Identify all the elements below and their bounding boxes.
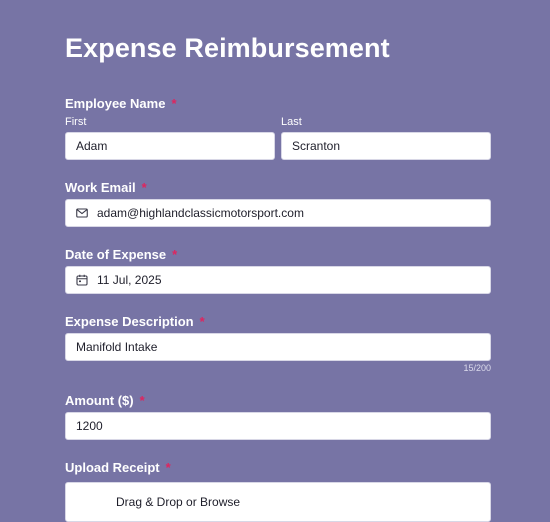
first-name-input[interactable]: Adam	[65, 132, 275, 160]
amount-value: 1200	[76, 419, 103, 433]
last-name-value: Scranton	[292, 139, 341, 153]
employee-name-label: Employee Name *	[65, 96, 177, 111]
required-marker: *	[141, 180, 147, 195]
expense-description-input[interactable]: Manifold Intake	[65, 333, 491, 361]
work-email-input[interactable]: adam@highlandclassicmotorsport.com	[65, 199, 491, 227]
date-of-expense-value: 11 Jul, 2025	[97, 273, 162, 287]
first-name-value: Adam	[76, 139, 108, 153]
required-marker: *	[199, 314, 205, 329]
expense-description-label: Expense Description *	[65, 314, 205, 329]
required-marker: *	[171, 96, 177, 111]
first-name-sublabel: First	[65, 116, 87, 128]
employee-name-label-text: Employee Name	[65, 96, 166, 111]
upload-receipt-text: Drag & Drop or Browse	[116, 495, 241, 509]
last-name-input[interactable]: Scranton	[281, 132, 491, 160]
upload-receipt-label: Upload Receipt *	[65, 460, 171, 475]
mail-icon	[76, 207, 88, 219]
upload-receipt-label-text: Upload Receipt	[65, 460, 160, 475]
expense-description-value: Manifold Intake	[76, 340, 158, 354]
upload-receipt-dropzone[interactable]: Drag & Drop or Browse	[65, 482, 491, 522]
work-email-label-text: Work Email	[65, 180, 136, 195]
amount-input[interactable]: 1200	[65, 412, 491, 440]
date-of-expense-label-text: Date of Expense	[65, 247, 167, 262]
work-email-label: Work Email *	[65, 180, 147, 195]
expense-description-label-text: Expense Description	[65, 314, 194, 329]
calendar-icon	[76, 274, 88, 286]
required-marker: *	[172, 247, 178, 262]
required-marker: *	[139, 393, 145, 408]
date-of-expense-input[interactable]: 11 Jul, 2025	[65, 266, 491, 294]
last-name-sublabel: Last	[281, 116, 302, 128]
date-of-expense-label: Date of Expense *	[65, 247, 177, 262]
page-title: Expense Reimbursement	[65, 33, 390, 63]
required-marker: *	[165, 460, 171, 475]
amount-label-text: Amount ($)	[65, 393, 134, 408]
character-counter: 15/200	[463, 363, 491, 373]
work-email-value: adam@highlandclassicmotorsport.com	[97, 206, 304, 220]
amount-label: Amount ($) *	[65, 393, 145, 408]
